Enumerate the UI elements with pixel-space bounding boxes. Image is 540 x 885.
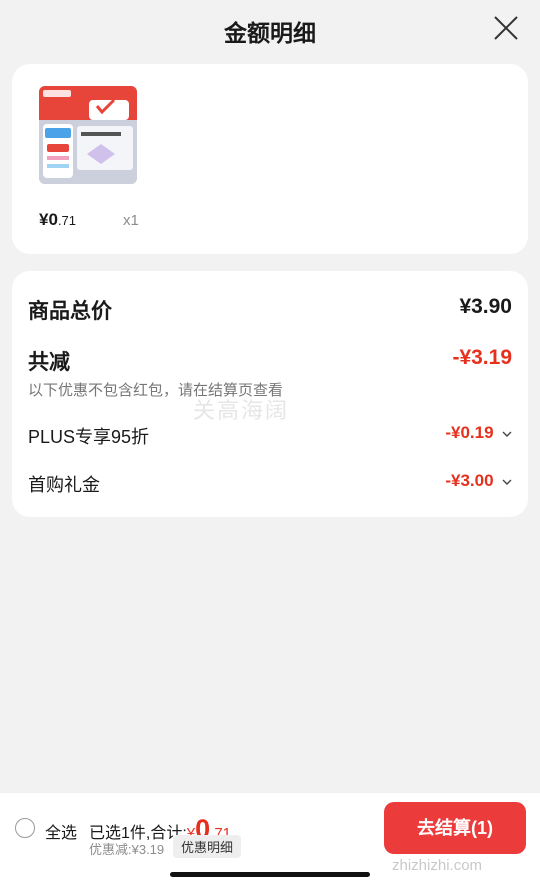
page-title: 金额明细 (224, 20, 316, 46)
select-all-label[interactable]: 全选 (45, 819, 77, 843)
discount-label-plus: PLUS专享95折 (28, 427, 150, 447)
total-price-label: 商品总价 (28, 300, 112, 323)
discount-value-plus-wrap: -¥0.19 (445, 423, 512, 443)
bottom-bar: 全选 已选1件,合计:¥0.71 优惠减:¥3.19 优惠明细 去结算(1) z… (0, 793, 540, 885)
product-card: ¥0.71 x1 (12, 64, 528, 254)
chevron-down-icon[interactable] (502, 478, 512, 486)
site-watermark: zhizhizhi.com (392, 857, 483, 874)
price-integer: 0 (48, 210, 58, 229)
product-image (39, 86, 137, 184)
select-all-radio[interactable] (15, 818, 35, 838)
total-price-value: ¥3.90 (459, 295, 512, 318)
discount-value-first-wrap: -¥3.00 (445, 471, 512, 491)
product-quantity: x1 (123, 212, 139, 229)
discount-detail-button[interactable]: 优惠明细 (173, 835, 242, 858)
watermark: 关高海阔 (193, 398, 290, 423)
discount-value-plus: -¥0.19 (445, 423, 494, 442)
home-indicator (170, 872, 370, 877)
discount-summary: 优惠减:¥3.19 (89, 842, 165, 857)
price-decimal: .71 (57, 213, 77, 228)
total-reduce-value: -¥3.19 (452, 346, 512, 369)
checkout-button[interactable]: 去结算(1) (384, 802, 526, 854)
discount-label-first: 首购礼金 (28, 475, 100, 495)
chevron-down-icon[interactable] (502, 430, 512, 438)
product-price: ¥0.71 (39, 210, 76, 230)
close-icon[interactable] (492, 14, 520, 42)
total-reduce-label: 共减 (28, 351, 70, 374)
discount-value-first: -¥3.00 (445, 471, 494, 490)
product-thumbnail[interactable] (39, 86, 137, 184)
sheet-header: 金额明细 (0, 0, 540, 60)
